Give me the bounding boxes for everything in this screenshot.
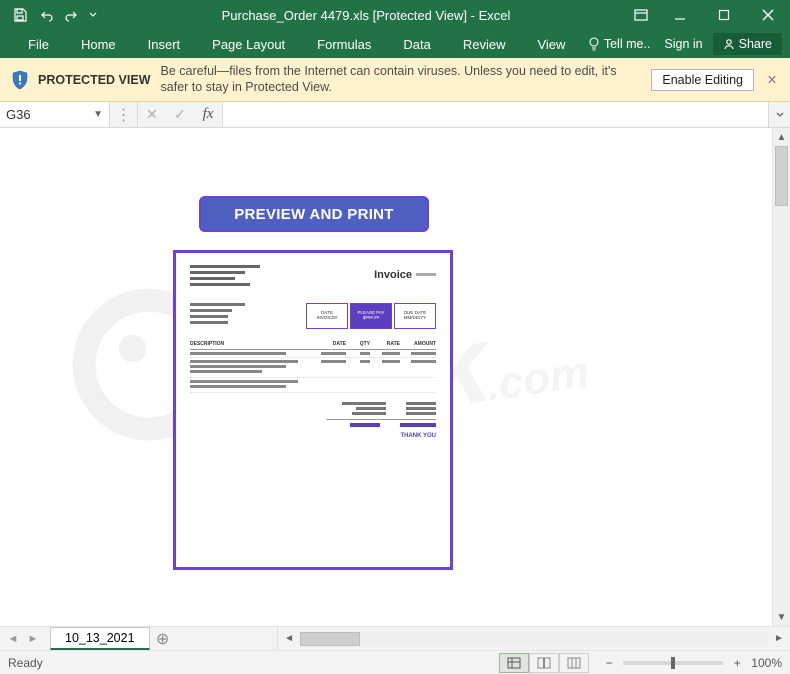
share-button[interactable]: Share xyxy=(713,33,782,55)
protected-view-message: Be careful—files from the Internet can c… xyxy=(161,64,642,95)
sheet-tab-active[interactable]: 10_13_2021 xyxy=(50,627,150,650)
vertical-scrollbar[interactable]: ▲ ▼ xyxy=(772,128,790,626)
scroll-left-icon[interactable]: ◄ xyxy=(280,633,298,644)
invoice-totals xyxy=(190,401,436,427)
hscroll-thumb[interactable] xyxy=(300,632,360,646)
sign-in-button[interactable]: Sign in xyxy=(658,30,708,58)
tell-me-label: Tell me.. xyxy=(604,37,651,51)
zoom-in-button[interactable]: + xyxy=(729,656,745,670)
worksheet-area: pcrisk.com PREVIEW AND PRINT Invoice DAT… xyxy=(0,128,790,626)
invoice-sender-block xyxy=(190,265,260,289)
protected-view-banner: PROTECTED VIEW Be careful—files from the… xyxy=(0,58,790,102)
person-icon xyxy=(723,38,735,50)
invoice-line-items: DESCRIPTION DATE QTY RATE AMOUNT xyxy=(190,341,436,393)
banner-close-icon[interactable]: ✕ xyxy=(764,72,780,87)
vscroll-thumb[interactable] xyxy=(775,146,788,206)
tell-me-search[interactable]: Tell me.. xyxy=(582,30,657,58)
formula-bar-separator: ⋮ xyxy=(110,102,138,127)
chevron-down-icon[interactable]: ▼ xyxy=(93,109,103,120)
scroll-down-icon[interactable]: ▼ xyxy=(773,608,790,626)
formula-bar: G36 ▼ ⋮ ✕ ✓ fx xyxy=(0,102,790,128)
shield-icon xyxy=(10,70,30,90)
zoom-percent[interactable]: 100% xyxy=(751,656,782,670)
enable-editing-button[interactable]: Enable Editing xyxy=(651,69,754,91)
horizontal-scrollbar[interactable]: ◄ ► xyxy=(277,627,790,650)
invoice-billto-block xyxy=(190,303,245,329)
tab-formulas[interactable]: Formulas xyxy=(301,30,387,58)
file-tab[interactable]: File xyxy=(12,30,65,58)
tab-nav-prev-icon[interactable]: ◄ xyxy=(4,633,22,645)
lightbulb-icon xyxy=(588,37,600,51)
preview-and-print-button[interactable]: PREVIEW AND PRINT xyxy=(199,196,429,232)
zoom-controls: − + 100% xyxy=(601,656,782,670)
status-text: Ready xyxy=(8,656,43,670)
enter-formula-icon[interactable]: ✓ xyxy=(166,106,194,123)
new-sheet-icon[interactable]: ⊕ xyxy=(150,627,176,650)
vscroll-track[interactable] xyxy=(773,146,790,608)
minimize-button[interactable] xyxy=(658,0,702,30)
invoice-preview-image[interactable]: Invoice DATEINVOICE# PLEASE PAY$###.## D… xyxy=(173,250,453,570)
qat-customize-icon[interactable] xyxy=(86,3,100,27)
maximize-button[interactable] xyxy=(702,0,746,30)
zoom-slider-thumb[interactable] xyxy=(671,657,675,669)
sheet-canvas[interactable]: pcrisk.com PREVIEW AND PRINT Invoice DAT… xyxy=(0,128,772,626)
expand-formula-bar-icon[interactable] xyxy=(768,102,790,127)
close-button[interactable] xyxy=(746,0,790,30)
hscroll-track[interactable] xyxy=(300,632,768,646)
cancel-formula-icon[interactable]: ✕ xyxy=(138,106,166,123)
normal-view-icon[interactable] xyxy=(499,653,529,673)
page-break-view-icon[interactable] xyxy=(559,653,589,673)
view-switcher xyxy=(499,653,589,673)
scroll-up-icon[interactable]: ▲ xyxy=(773,128,790,146)
tab-insert[interactable]: Insert xyxy=(132,30,197,58)
title-bar: Purchase_Order 4479.xls [Protected View]… xyxy=(0,0,790,30)
zoom-slider[interactable] xyxy=(623,661,723,665)
sheet-tab-nav: ◄ ► xyxy=(0,627,46,650)
quick-access-toolbar xyxy=(0,3,108,27)
name-box-value: G36 xyxy=(6,107,31,122)
tab-review[interactable]: Review xyxy=(447,30,522,58)
window-controls xyxy=(624,0,790,30)
redo-icon[interactable] xyxy=(60,3,84,27)
ribbon-display-options-icon[interactable] xyxy=(624,0,658,30)
invoice-thanks: THANK YOU xyxy=(190,433,436,439)
formula-input[interactable] xyxy=(223,102,768,127)
sign-in-label: Sign in xyxy=(664,37,702,51)
tab-view[interactable]: View xyxy=(521,30,581,58)
window-title: Purchase_Order 4479.xls [Protected View]… xyxy=(108,8,624,23)
invoice-title: Invoice xyxy=(374,265,436,289)
status-bar: Ready − + 100% xyxy=(0,650,790,674)
formula-bar-buttons: ✕ ✓ fx xyxy=(138,102,223,127)
ribbon-tabs: File Home Insert Page Layout Formulas Da… xyxy=(0,30,790,58)
page-layout-view-icon[interactable] xyxy=(529,653,559,673)
scroll-right-icon[interactable]: ► xyxy=(770,633,788,644)
fx-icon[interactable]: fx xyxy=(194,106,222,123)
tab-data[interactable]: Data xyxy=(387,30,446,58)
tab-page-layout[interactable]: Page Layout xyxy=(196,30,301,58)
protected-view-title: PROTECTED VIEW xyxy=(38,73,151,87)
tab-nav-next-icon[interactable]: ► xyxy=(24,633,42,645)
invoice-summary-boxes: DATEINVOICE# PLEASE PAY$###.## DUE DATEM… xyxy=(306,303,436,329)
share-label: Share xyxy=(739,37,772,51)
zoom-out-button[interactable]: − xyxy=(601,656,617,670)
save-icon[interactable] xyxy=(8,3,32,27)
tab-home[interactable]: Home xyxy=(65,30,132,58)
undo-icon[interactable] xyxy=(34,3,58,27)
sheet-tabs-bar: ◄ ► 10_13_2021 ⊕ ◄ ► xyxy=(0,626,790,650)
name-box[interactable]: G36 ▼ xyxy=(0,102,110,127)
